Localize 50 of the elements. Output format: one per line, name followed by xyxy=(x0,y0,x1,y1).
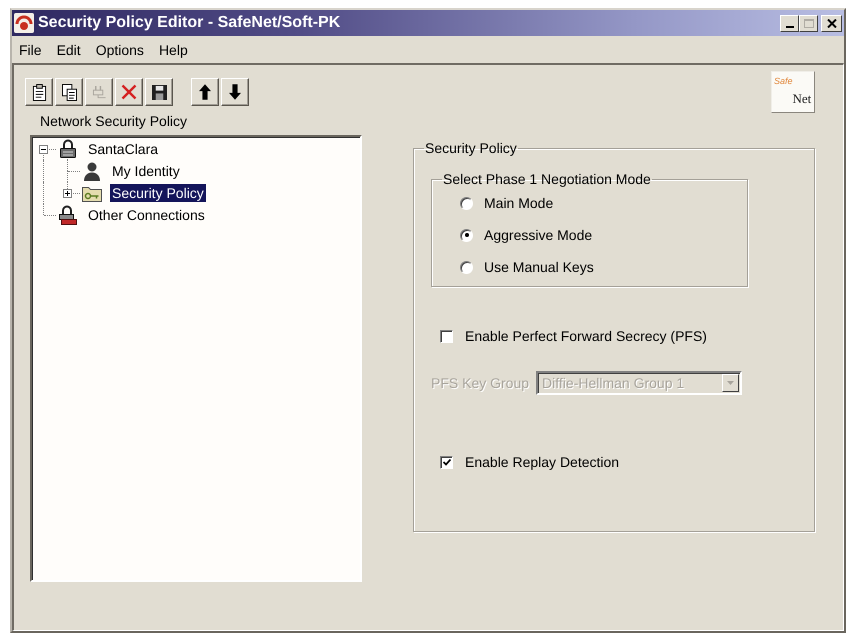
toolbar-button[interactable] xyxy=(25,78,53,106)
padlock-icon xyxy=(58,205,78,225)
checkbox[interactable] xyxy=(440,330,453,342)
checkbox-label[interactable]: Enable Replay Detection xyxy=(465,453,620,471)
tree-title: Network Security Policy xyxy=(40,113,188,129)
group-title: Security Policy xyxy=(424,140,518,156)
app-icon xyxy=(14,13,34,33)
minimize-button[interactable] xyxy=(780,14,799,32)
dropdown-arrow-icon xyxy=(727,381,734,385)
collapse-icon[interactable] xyxy=(39,145,48,154)
toolbar-button[interactable] xyxy=(145,78,173,106)
minimize-icon xyxy=(786,26,794,28)
tree-item[interactable]: Other Connections xyxy=(86,206,207,224)
radio-label[interactable]: Main Mode xyxy=(484,194,554,212)
plug-icon xyxy=(92,84,106,100)
up-arrow-icon xyxy=(199,84,211,100)
radio-button[interactable] xyxy=(460,260,473,274)
toolbar-button[interactable] xyxy=(221,78,249,106)
maximize-icon xyxy=(804,18,814,28)
window-title: Security Policy Editor - SafeNet/Soft-PK xyxy=(38,14,342,32)
checkbox-label[interactable]: Enable Perfect Forward Secrecy (PFS) xyxy=(465,327,707,345)
close-button[interactable] xyxy=(821,14,842,32)
radio-label[interactable]: Aggressive Mode xyxy=(484,226,592,244)
checkbox[interactable] xyxy=(440,456,453,468)
person-icon xyxy=(82,161,102,181)
group-title: Select Phase 1 Negotiation Mode xyxy=(442,171,652,187)
down-arrow-icon xyxy=(229,84,241,100)
field-label: PFS Key Group xyxy=(431,374,530,392)
tree-item[interactable]: Security Policy xyxy=(110,184,206,202)
radio-button[interactable] xyxy=(460,228,473,242)
radio-label[interactable]: Use Manual Keys xyxy=(484,258,594,276)
radio-button[interactable] xyxy=(460,196,473,210)
padlock-icon xyxy=(58,139,78,159)
tree-item[interactable]: SantaClara xyxy=(86,140,160,158)
logo-text: Safe xyxy=(774,76,793,86)
menu-item[interactable]: Options xyxy=(88,40,152,60)
delete-icon xyxy=(121,84,137,100)
toolbar-button[interactable] xyxy=(191,78,219,106)
menu-item[interactable]: Edit xyxy=(50,40,89,60)
copy-icon xyxy=(62,84,76,100)
toolbar-button[interactable] xyxy=(115,78,143,106)
clipboard-icon xyxy=(32,84,46,100)
checkmark-icon xyxy=(442,458,450,466)
toolbar-button[interactable] xyxy=(55,78,83,106)
expand-icon[interactable] xyxy=(63,189,72,198)
menu-item[interactable]: Help xyxy=(152,40,196,60)
logo-text: Net xyxy=(792,92,812,106)
close-icon xyxy=(826,18,836,28)
tree-item[interactable]: My Identity xyxy=(110,162,182,180)
menu-item[interactable]: File xyxy=(12,40,50,60)
